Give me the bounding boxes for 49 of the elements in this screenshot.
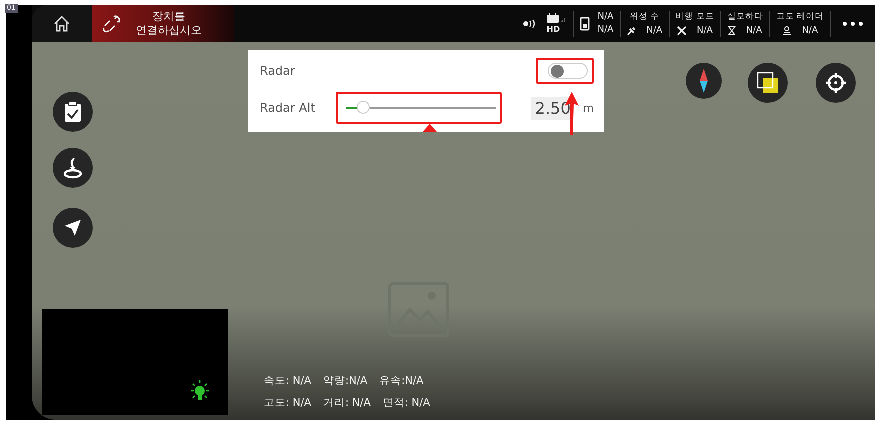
battery-value: N/A (598, 12, 614, 22)
telemetry-value: 유속:N/A (380, 374, 424, 388)
remote-controller-icon (546, 13, 567, 23)
altitude-icon (782, 26, 792, 36)
compass-icon (700, 69, 708, 93)
home-button[interactable] (32, 5, 92, 42)
landing-icon (63, 157, 83, 179)
more-icon (842, 20, 864, 26)
telemetry-value: 거리: N/A (323, 396, 371, 410)
indicator-value: N/A (802, 26, 818, 36)
radar-alt-slider[interactable] (346, 101, 496, 115)
crosshair-icon (825, 72, 847, 94)
drone-icon (676, 26, 687, 36)
radar-label: Radar (260, 64, 296, 78)
satellite-icon (626, 26, 637, 36)
signal-icon (522, 18, 537, 28)
clipboard-check-icon (64, 101, 82, 123)
indicator-value: N/A (746, 26, 762, 36)
checklist-button[interactable] (53, 92, 93, 132)
indicator-label: 비행 모드 (676, 11, 714, 23)
indicator-value: N/A (646, 26, 663, 36)
indicator-label: 실모하다 (727, 11, 764, 23)
locate-button[interactable] (816, 63, 856, 103)
radar-alt-label: Radar Alt (260, 101, 316, 115)
battery-value: N/A (598, 25, 614, 35)
unit-label: m (583, 102, 594, 114)
connection-title: 장치를 (152, 10, 186, 24)
map-view[interactable]: Radar Radar Alt 2.50 m 속도: N/A 약량:N/A 유속:N/A 고도: N/A 거리: N/A 면적: N/A (32, 42, 875, 420)
navigation-arrow-icon (64, 219, 82, 237)
broken-link-icon (102, 14, 122, 34)
hd-label: HD (546, 25, 560, 34)
connection-subtitle: 연결하십시오 (136, 24, 202, 38)
telemetry-value: 약량:N/A (323, 374, 368, 388)
indicator-label: 위성 수 (630, 11, 660, 23)
indicator-value: N/A (696, 26, 713, 36)
layers-icon (757, 72, 779, 94)
compass-button[interactable] (686, 63, 722, 99)
landing-button[interactable] (53, 148, 93, 188)
annotation-arrow (423, 124, 437, 132)
indicator-label: 고도 레이더 (776, 11, 824, 23)
battery-icon (580, 16, 590, 30)
layers-button[interactable] (748, 63, 788, 103)
radar-toggle[interactable] (548, 63, 588, 79)
telemetry-value: 면적: N/A (382, 396, 430, 410)
home-icon (53, 14, 71, 32)
telemetry-value: 속도: N/A (264, 374, 312, 388)
telemetry-value: 고도: N/A (264, 396, 312, 410)
hourglass-icon (728, 26, 736, 36)
navigation-button[interactable] (53, 208, 93, 248)
